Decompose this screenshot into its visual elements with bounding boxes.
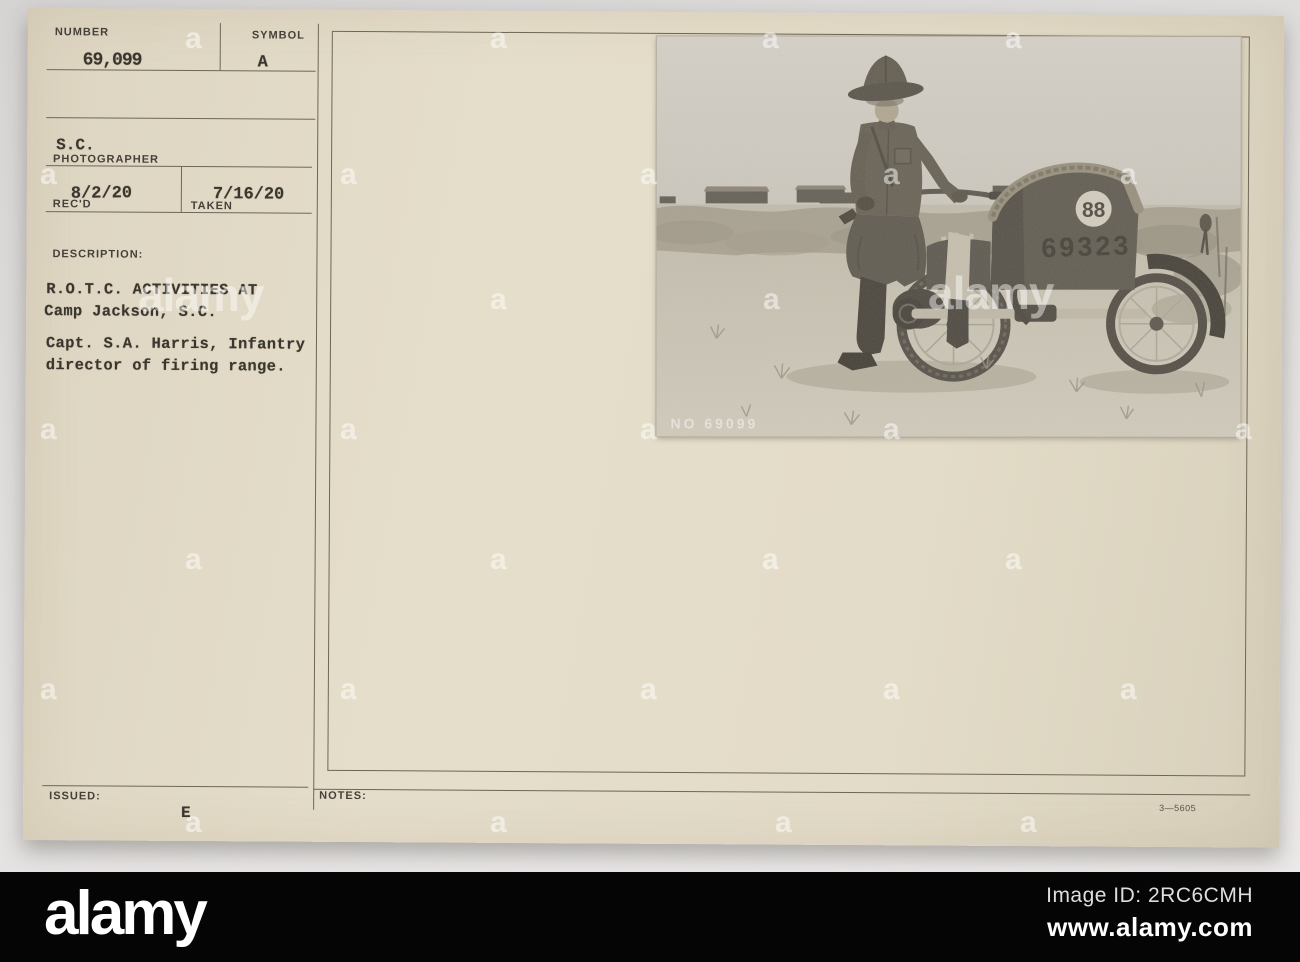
- photographer-value: S.C.: [56, 136, 95, 155]
- description-line-3: Capt. S.A. Harris, Infantry: [45, 334, 306, 354]
- photo-scene: 88 69323 NO 69099: [656, 36, 1241, 437]
- alamy-url-text: www.alamy.com: [1047, 912, 1253, 942]
- rule-dates-row: [45, 211, 312, 214]
- alamy-logo: alamy: [44, 879, 208, 948]
- rule-recd-taken-divider: [180, 165, 183, 212]
- rule-left-column-divider: [313, 23, 319, 810]
- photo-grain: [656, 36, 1241, 437]
- rule-notes-row: [313, 788, 1251, 796]
- photographer-label: PHOTOGRAPHER: [53, 153, 160, 166]
- image-id-text: Image ID: 2RC6CMH: [1046, 884, 1253, 907]
- rule-blank-row: [46, 117, 316, 120]
- alamy-footer-bar: alamy Image ID: 2RC6CMH www.alamy.com: [0, 872, 1300, 962]
- number-label: NUMBER: [54, 26, 110, 39]
- symbol-label: SYMBOL: [251, 29, 305, 42]
- notes-label: NOTES:: [319, 789, 367, 803]
- description-line-1: R.O.T.C. ACTIVITIES AT: [46, 280, 258, 300]
- description-label: DESCRIPTION:: [52, 248, 144, 261]
- attached-photograph: 88 69323 NO 69099: [655, 35, 1242, 438]
- rule-number-symbol-divider: [219, 23, 221, 71]
- description-line-4: director of firing range.: [45, 356, 286, 376]
- description-line-2: Camp Jackson, S.C.: [44, 302, 218, 322]
- photo-record-card: NUMBER SYMBOL PHOTOGRAPHER REC'D TAKEN D…: [22, 8, 1284, 848]
- rule-issued-row: [42, 785, 309, 788]
- issued-label: ISSUED:: [49, 790, 101, 803]
- number-value: 69,099: [82, 50, 142, 71]
- issued-value: E: [181, 803, 191, 823]
- recd-value: 8/2/20: [70, 184, 133, 204]
- footer-meta: Image ID: 2RC6CMH www.alamy.com: [1046, 884, 1253, 943]
- symbol-value: A: [257, 53, 268, 73]
- taken-value: 7/16/20: [212, 185, 285, 205]
- rule-photographer-row: [46, 165, 313, 168]
- print-code: 3—5605: [1159, 802, 1197, 814]
- photo-corner-stamp: NO 69099: [670, 415, 758, 431]
- alamy-stock-image-preview: NUMBER SYMBOL PHOTOGRAPHER REC'D TAKEN D…: [0, 0, 1300, 962]
